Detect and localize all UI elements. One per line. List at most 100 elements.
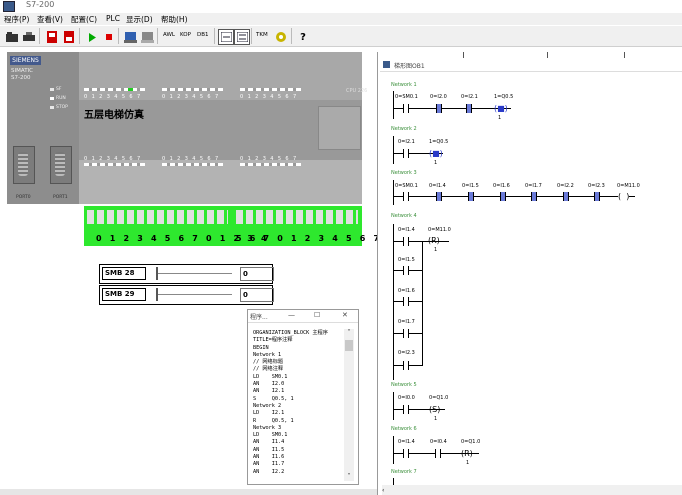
operand: 0=I0.4: [430, 439, 447, 445]
network-7-label: Network 7: [391, 469, 417, 475]
smb29-slider[interactable]: [156, 288, 158, 301]
network-6-label: Network 6: [391, 426, 417, 432]
tkm-button[interactable]: TKM: [256, 32, 268, 38]
download-icon[interactable]: [61, 29, 77, 45]
network-4-label: Network 4: [391, 213, 417, 219]
contact[interactable]: [403, 297, 409, 306]
input-leds-2: [240, 88, 301, 91]
kop-button[interactable]: KOP: [180, 32, 191, 38]
operand: 0=SM0.1: [395, 183, 418, 189]
menu-view[interactable]: 查看(V): [37, 14, 63, 25]
scroll-up-icon[interactable]: ˄: [345, 329, 353, 336]
memory-slot: [318, 106, 361, 150]
contact[interactable]: [403, 361, 409, 370]
contact[interactable]: [403, 329, 409, 338]
smb28-slider[interactable]: [156, 267, 158, 280]
operand: 0=I0.0: [398, 395, 415, 401]
input-led-active: [128, 88, 133, 91]
contact[interactable]: [403, 237, 409, 246]
network-3-label: Network 3: [391, 170, 417, 176]
menu-plc[interactable]: PLC: [106, 14, 120, 23]
plc-model-line-1: SIMATIC: [11, 68, 34, 74]
contact[interactable]: [403, 104, 409, 113]
menu-display[interactable]: 显示(D): [126, 14, 153, 25]
run-icon[interactable]: [84, 29, 100, 45]
input-leds-0: [84, 88, 145, 91]
coil-reset[interactable]: (R): [428, 236, 440, 245]
window-title: S7-200: [26, 0, 55, 9]
code-text[interactable]: ORGANIZATION_BLOCK 主程序 TITLE=程序注释 BEGIN …: [253, 330, 328, 476]
operand: 0=I2.0: [430, 94, 447, 100]
monitor-icon[interactable]: [122, 29, 138, 45]
operand: 0=I2.1: [461, 94, 478, 100]
contact[interactable]: [468, 192, 474, 201]
settings-icon[interactable]: [273, 29, 289, 45]
switch-row-right[interactable]: [236, 210, 358, 224]
code-scrollbar[interactable]: ˄ ˅: [344, 329, 354, 481]
print-icon[interactable]: [21, 29, 37, 45]
branch-rail: [422, 241, 423, 366]
menu-help[interactable]: 帮助(H): [161, 14, 188, 25]
contact[interactable]: [436, 192, 442, 201]
ladder-horizontal-scrollbar[interactable]: ‹: [382, 485, 682, 495]
operand: 0=I1.4: [398, 439, 415, 445]
ladder-icon: [383, 61, 390, 68]
app-icon: [3, 1, 15, 12]
coil[interactable]: ( ): [618, 192, 630, 201]
contact[interactable]: [594, 192, 600, 201]
operand: 0=Q1.0: [429, 395, 449, 401]
contact[interactable]: [403, 149, 409, 158]
title-bar: S7-200: [0, 0, 682, 12]
horizontal-scrollbar[interactable]: [0, 489, 378, 495]
output-leds-2: [240, 163, 301, 166]
port1-label: PORT1: [53, 195, 68, 200]
contact[interactable]: [435, 449, 441, 458]
coil-param: 1: [466, 460, 470, 466]
smb29-value[interactable]: 0: [240, 288, 274, 302]
port0-connector: [13, 146, 35, 184]
coil-set[interactable]: (S): [429, 405, 440, 414]
toolbar: AWL KOP DB1 TKM ?: [0, 26, 682, 47]
scroll-thumb[interactable]: [345, 340, 353, 351]
ladder-view-icon[interactable]: [218, 29, 234, 45]
operand: 0=I2.3: [588, 183, 605, 189]
smb28-value[interactable]: 0: [240, 267, 274, 281]
statement-view-icon[interactable]: [234, 29, 250, 45]
contact[interactable]: [531, 192, 537, 201]
plc-model-line-2: S7-200: [11, 75, 31, 81]
open-folder-icon[interactable]: [4, 29, 20, 45]
pc-icon[interactable]: [139, 29, 155, 45]
upload-icon[interactable]: [44, 29, 60, 45]
scroll-down-icon[interactable]: ˅: [345, 473, 353, 480]
contact[interactable]: [563, 192, 569, 201]
awl-button[interactable]: AWL: [163, 32, 175, 38]
port1-connector: [50, 146, 72, 184]
help-icon[interactable]: ?: [295, 29, 311, 45]
coil-reset[interactable]: (R): [461, 449, 473, 458]
contact[interactable]: [403, 266, 409, 275]
contact[interactable]: [403, 405, 409, 414]
stop-label: STOP: [56, 105, 68, 110]
coil-set[interactable]: (■): [494, 104, 508, 113]
contact[interactable]: [403, 449, 409, 458]
menu-config[interactable]: 配置(C): [71, 14, 97, 25]
coil-reset[interactable]: (■): [429, 149, 443, 158]
contact[interactable]: [466, 104, 472, 113]
scroll-left-icon[interactable]: ‹: [382, 487, 390, 494]
close-icon[interactable]: ✕: [342, 311, 348, 319]
maximize-icon[interactable]: ☐: [314, 311, 320, 319]
contact[interactable]: [500, 192, 506, 201]
switch-row-left[interactable]: [87, 210, 228, 224]
db1-button[interactable]: DB1: [197, 32, 209, 38]
operand: 0=Q1.0: [461, 439, 481, 445]
siemens-logo: SIEMENS: [10, 56, 41, 65]
operand: 0=I2.2: [557, 183, 574, 189]
contact[interactable]: [403, 192, 409, 201]
code-window-title: 程序...: [250, 314, 268, 321]
minimize-icon[interactable]: —: [288, 311, 295, 319]
stop-icon[interactable]: [101, 29, 117, 45]
power-rail: [393, 392, 394, 420]
contact[interactable]: [436, 104, 442, 113]
menu-program[interactable]: 程序(P): [4, 14, 29, 25]
code-window-titlebar: 程序... — ☐ ✕: [248, 310, 358, 323]
